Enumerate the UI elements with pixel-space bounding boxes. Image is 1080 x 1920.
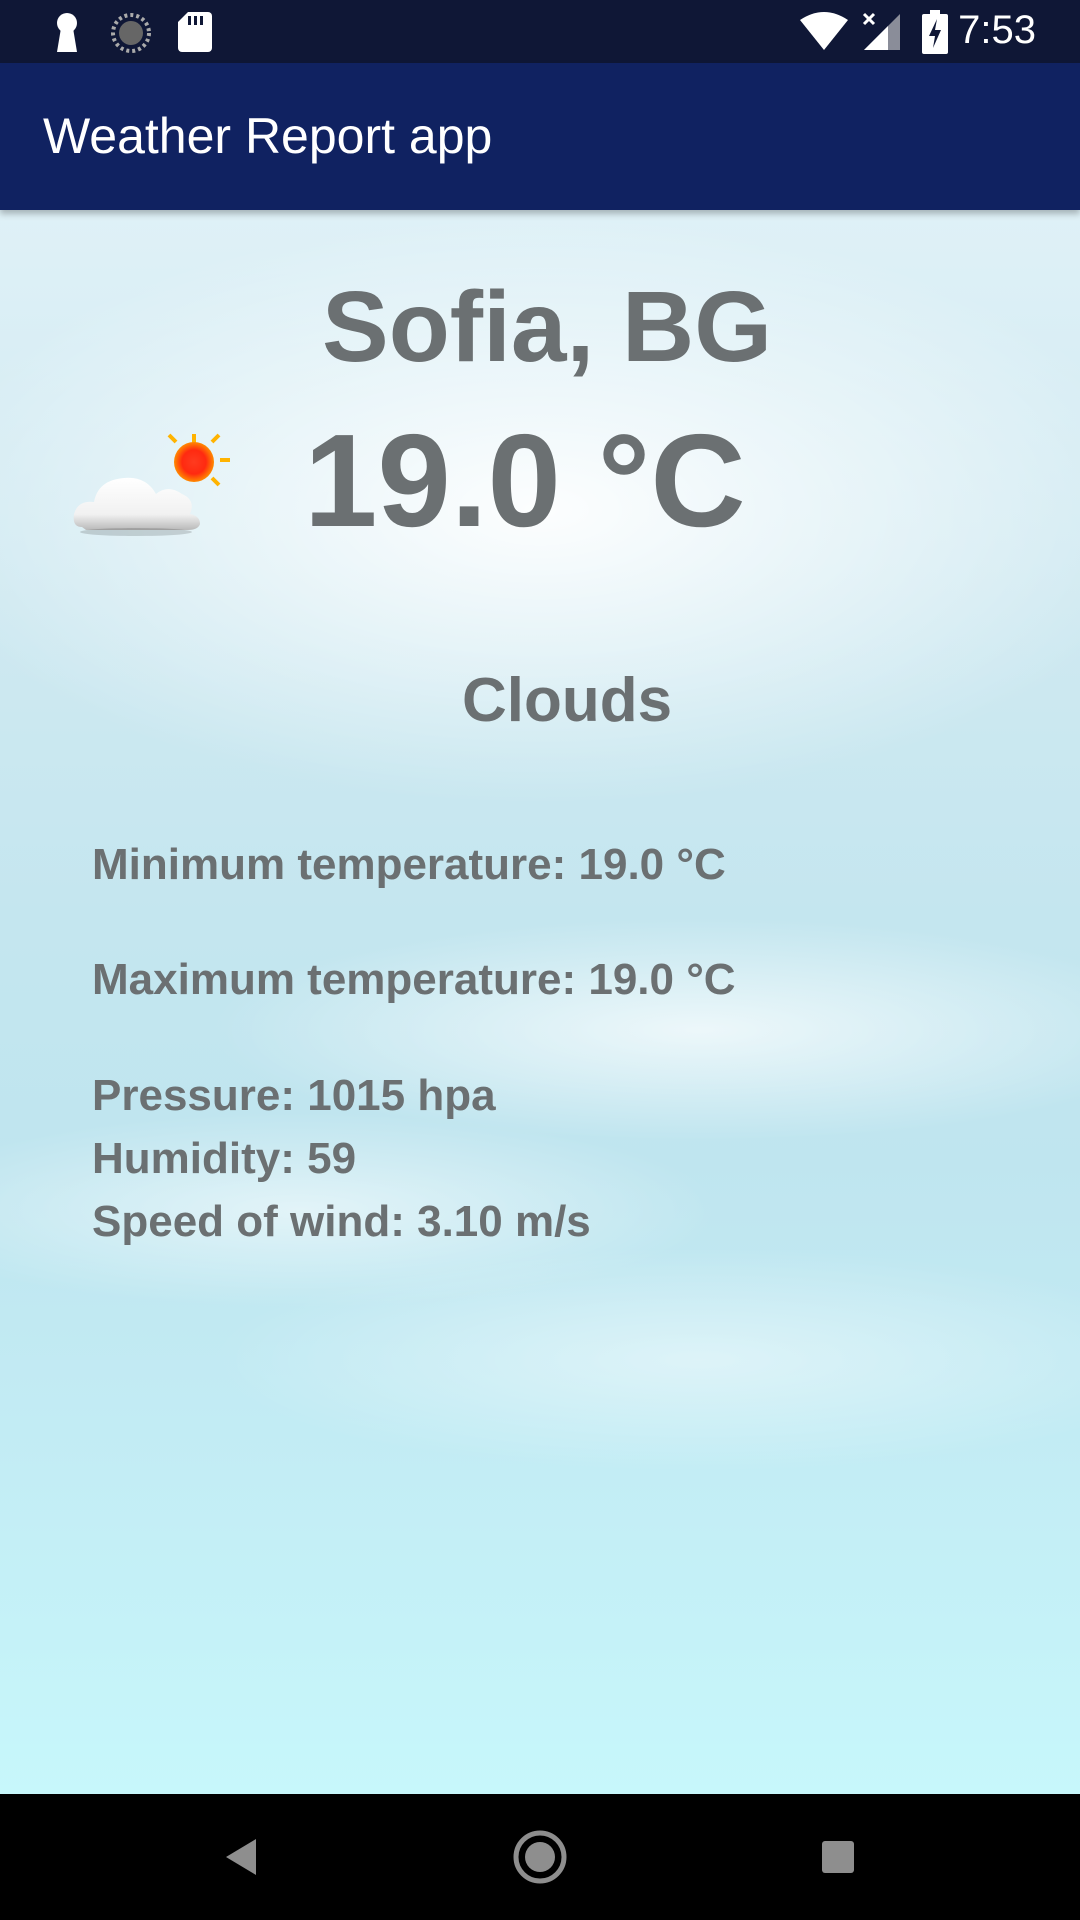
home-icon[interactable]	[510, 1827, 570, 1887]
current-temperature: 19.0 °C	[304, 407, 746, 554]
navigation-bar	[0, 1794, 1080, 1920]
status-bar: 7:53	[0, 0, 1080, 63]
recents-icon[interactable]	[808, 1827, 868, 1887]
app-bar: Weather Report app	[0, 63, 1080, 210]
weather-condition: Clouds	[462, 666, 673, 735]
wifi-icon	[800, 12, 848, 50]
partly-cloudy-icon	[73, 433, 230, 536]
pressure: Pressure: 1015 hpa	[92, 1071, 496, 1120]
max-temperature: Maximum temperature: 19.0 °C	[92, 955, 736, 1004]
battery-charging-icon	[922, 10, 948, 54]
weather-content: Sofia, BG 19.0 °C Clouds Minimum tempera…	[0, 210, 1080, 1794]
city-label: Sofia, BG	[322, 271, 773, 383]
keyhole-icon	[57, 13, 77, 52]
min-temperature: Minimum temperature: 19.0 °C	[92, 840, 726, 889]
signal-icon	[862, 12, 900, 50]
humidity: Humidity: 59	[92, 1134, 357, 1183]
wind-speed: Speed of wind: 3.10 m/s	[92, 1197, 591, 1246]
app-title: Weather Report app	[43, 108, 493, 164]
sd-card-icon	[178, 12, 212, 52]
status-time: 7:53	[958, 8, 1036, 52]
sync-icon	[111, 13, 151, 53]
back-icon[interactable]	[212, 1827, 272, 1887]
